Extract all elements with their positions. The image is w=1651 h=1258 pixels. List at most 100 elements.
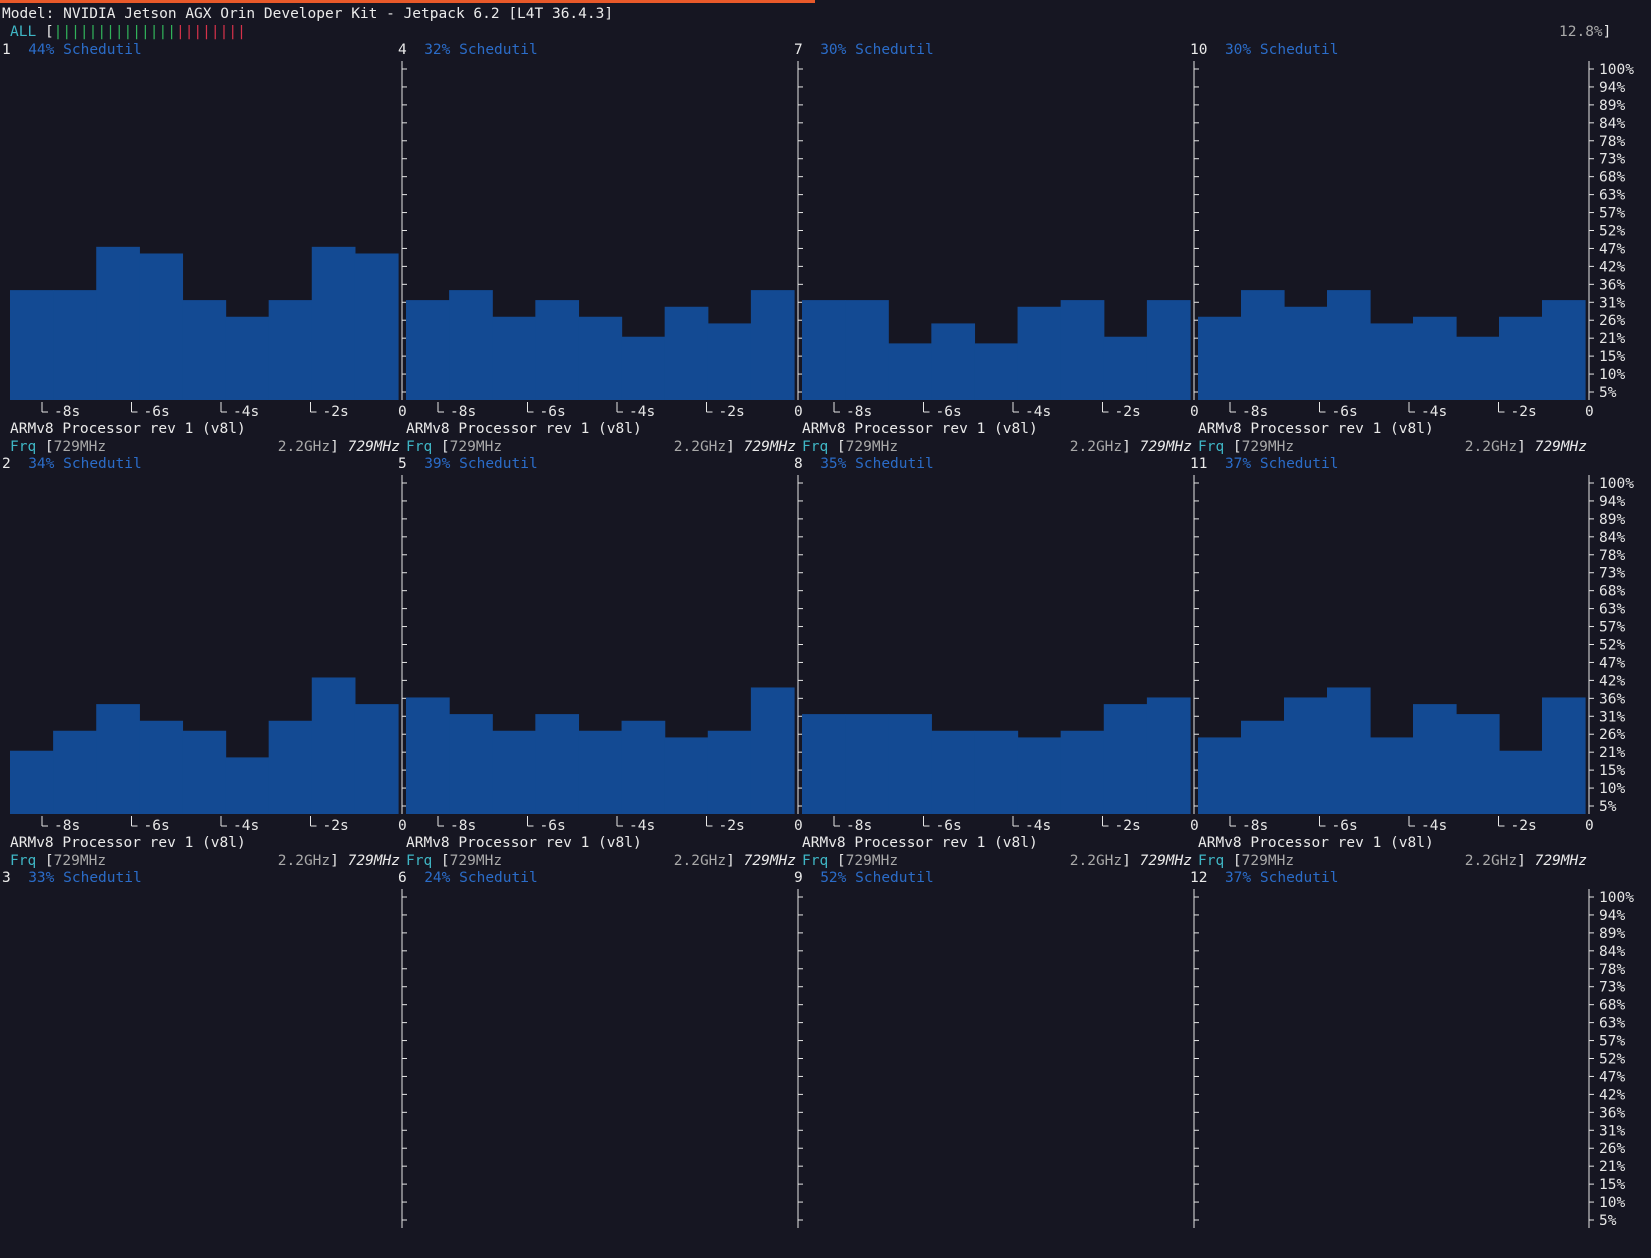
y-tick-label: 26% — [1599, 313, 1625, 329]
cpu-bar — [449, 714, 493, 814]
all-bar-red: | — [202, 24, 211, 40]
cpu-history-chart: -8s -6s -4s -2s 0 — [406, 475, 803, 834]
all-bar-green: | — [167, 24, 176, 40]
cpu-percent: 30% — [820, 42, 847, 58]
cpu-history-chart: -8s -6s -4s -2s 0 — [10, 475, 407, 834]
cpu-bar — [845, 714, 889, 814]
cpu-frequency: Frq [729MHz 2.2GHz] 729MHz — [406, 853, 796, 869]
y-tick-label: 100% — [1599, 62, 1634, 78]
cpu-history-chart: -8s -6s -4s -2s 0 — [802, 475, 1199, 834]
frq-right: 2.2GHz] 729MHz — [1069, 853, 1192, 869]
cpu-bar — [1413, 704, 1457, 814]
cpu-bar — [664, 306, 709, 400]
cpu-title: 5 39% Schedutil — [398, 455, 538, 473]
y-tick-label: 63% — [1599, 188, 1625, 204]
cpu-bar — [1456, 336, 1500, 400]
x-tick-label: -4s — [629, 818, 655, 834]
cpu-title: 10 30% Schedutil — [1190, 41, 1338, 59]
cpu-bar — [1060, 300, 1105, 400]
cpu-bar — [311, 246, 356, 400]
progress-accent-bar — [0, 0, 815, 3]
frq-current: 729MHz — [347, 439, 400, 455]
y-tick-label: 73% — [1599, 566, 1625, 582]
cpu-history-chart — [797, 889, 803, 1228]
y-tick-label: 63% — [1599, 1016, 1625, 1032]
all-bar-green: | — [114, 24, 124, 40]
cpu-governor: Schedutil — [855, 42, 934, 58]
cpu-bar — [1370, 737, 1414, 814]
frq-min: 729MHz — [53, 439, 107, 455]
frq-max: 2.2GHz — [277, 853, 331, 869]
all-bar-red: | — [228, 24, 238, 40]
cpu-percent: 35% — [820, 456, 847, 472]
cpu-bar — [1456, 714, 1500, 814]
cpu-title: 11 37% Schedutil — [1190, 455, 1338, 473]
y-tick-label: 78% — [1599, 962, 1625, 978]
x-tick-label: -8s — [450, 818, 476, 834]
cpu-frequency: Frq [729MHz 2.2GHz] 729MHz — [1198, 439, 1587, 455]
frq-min: 729MHz — [449, 853, 503, 869]
cpu-bar — [182, 730, 227, 814]
y-tick-label: 63% — [1599, 602, 1625, 618]
cpu-percent: 24% — [424, 870, 451, 886]
frq-max: 2.2GHz — [1464, 439, 1518, 455]
cpu-governor: Schedutil — [459, 456, 538, 472]
all-bar-green: | — [97, 24, 107, 40]
x-tick-label: -4s — [233, 818, 259, 834]
cpu-bar — [1499, 316, 1543, 400]
cpu-bar — [974, 343, 1019, 400]
y-tick-label: 10% — [1599, 781, 1625, 797]
frq-min: 729MHz — [449, 439, 503, 455]
cpu-title: 4 32% Schedutil — [398, 41, 538, 59]
cpu-title: 6 24% Schedutil — [398, 869, 538, 887]
cpu-governor: Schedutil — [855, 870, 934, 886]
cpu-bar — [1103, 336, 1148, 400]
x-tick-label: -6s — [540, 404, 566, 420]
frq-max: 2.2GHz — [673, 439, 727, 455]
frq-max: 2.2GHz — [1069, 853, 1123, 869]
x-axis-zero: 0 — [1585, 404, 1594, 420]
y-tick-label: 26% — [1599, 1141, 1625, 1157]
cpu-title: 12 37% Schedutil — [1190, 869, 1338, 887]
cpu-bar — [1370, 323, 1414, 400]
cpu-bar — [1060, 730, 1105, 814]
cpu-bar — [1146, 300, 1191, 400]
y-tick-label: 84% — [1599, 530, 1625, 546]
cpu-bar — [535, 714, 580, 814]
x-tick-label: -2s — [1115, 404, 1141, 420]
y-tick-label: 94% — [1599, 494, 1625, 510]
cpu-bar — [1241, 720, 1285, 814]
cpu-id: 12 — [1190, 870, 1208, 886]
cpu-bar — [492, 316, 536, 400]
cpu-history-chart: 100% 94% 89% 84% 78% 73% 68% 63% 57% 52%47% 42% 36%… — [1198, 475, 1634, 834]
cpu-history-chart: 100% 94% 89% 84% 78% 73% 68% 63% 57% 52%47% 42% 36%… — [1198, 61, 1634, 420]
y-tick-label: 57% — [1599, 620, 1625, 636]
y-tick-label: 47% — [1599, 655, 1625, 671]
cpu-governor: Schedutil — [459, 870, 538, 886]
cpu-bar — [621, 720, 666, 814]
cpu-title: 9 52% Schedutil — [794, 869, 934, 887]
cpu-bar — [1017, 306, 1062, 400]
frq-label: Frq — [10, 853, 37, 869]
cpu-bar — [802, 714, 846, 814]
cpu-title: 7 30% Schedutil — [794, 41, 934, 59]
x-tick-label: -2s — [1511, 818, 1537, 834]
cpu-bar — [535, 300, 580, 400]
cpu-bar — [1499, 750, 1543, 814]
cpu-history-chart: -8s -6s -4s -2s 0 — [406, 61, 803, 420]
cpu-history-chart: -8s -6s -4s -2s 0 — [10, 61, 407, 420]
frq-right: 2.2GHz] 729MHz — [673, 439, 796, 455]
cpu-bar — [1284, 306, 1328, 400]
cpu-bar — [139, 720, 184, 814]
cpu-bar — [53, 730, 97, 814]
y-tick-label: 52% — [1599, 224, 1625, 240]
y-tick-label: 52% — [1599, 638, 1625, 654]
all-bar-red: | — [237, 24, 246, 40]
y-tick-label: 26% — [1599, 727, 1625, 743]
all-bar-green: | — [71, 24, 80, 40]
x-tick-label: -6s — [1332, 404, 1358, 420]
cpu-id: 9 — [794, 870, 803, 886]
y-tick-label: 15% — [1599, 763, 1625, 779]
cpu-id: 1 — [2, 42, 11, 58]
y-tick-label: 52% — [1599, 1052, 1625, 1068]
